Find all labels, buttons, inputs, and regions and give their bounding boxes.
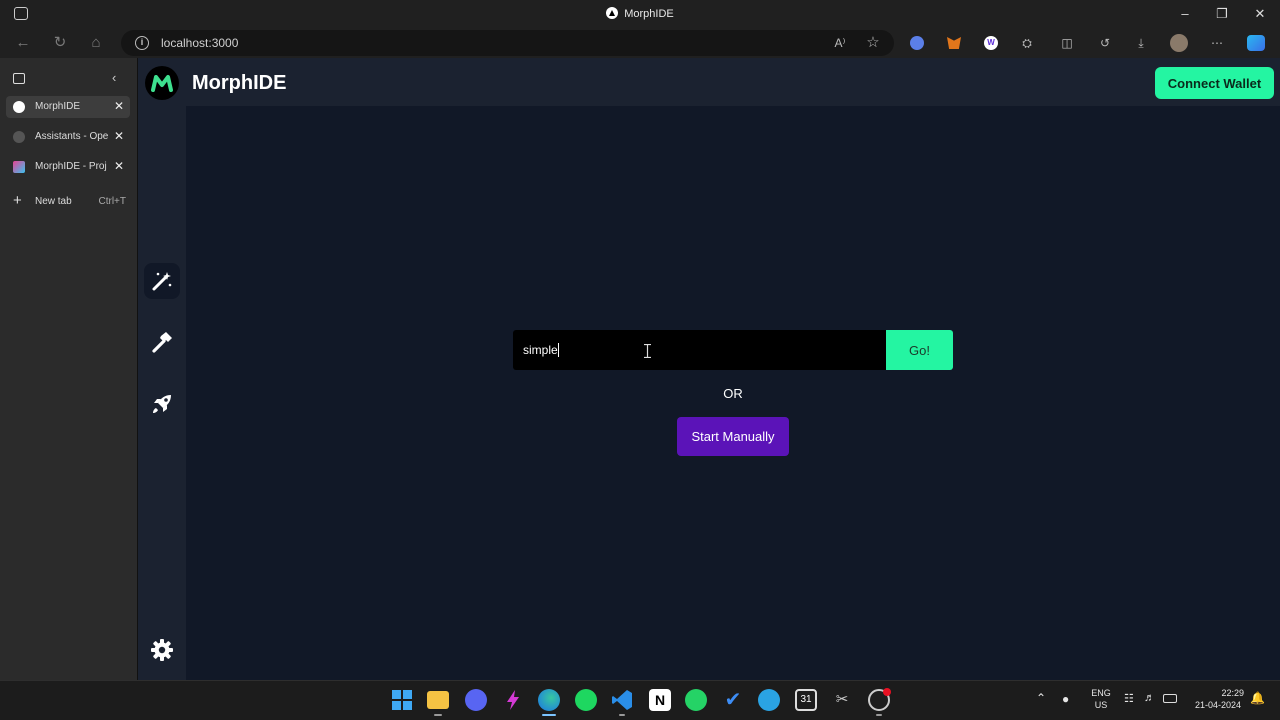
metamask-extension-icon[interactable] xyxy=(945,34,963,52)
clock[interactable]: 22:29 21-04-2024 xyxy=(1186,688,1250,710)
snipping-tool-icon[interactable]: ✂ xyxy=(831,689,853,711)
close-tab-icon[interactable]: ✕ xyxy=(114,99,124,113)
microphone-icon[interactable]: ● xyxy=(1062,692,1069,706)
gear-icon xyxy=(151,639,173,661)
more-menu-icon[interactable]: ⋯ xyxy=(1208,34,1226,52)
start-windows-icon[interactable] xyxy=(391,689,413,711)
close-tab-icon[interactable]: ✕ xyxy=(114,129,124,143)
show-hidden-icons[interactable]: ⌃ xyxy=(1036,691,1046,705)
hammer-icon xyxy=(152,332,172,353)
spotify-icon[interactable] xyxy=(575,689,597,711)
project-favicon-icon xyxy=(13,161,25,173)
or-divider-text: OR xyxy=(723,386,743,401)
rail-magic-button[interactable] xyxy=(144,263,180,299)
app-header xyxy=(138,58,1280,106)
refresh-button[interactable]: ↻ xyxy=(49,33,71,53)
favorite-star-icon[interactable]: ☆ xyxy=(864,34,882,52)
back-button[interactable]: ← xyxy=(12,33,34,53)
browser-title-bar: MorphIDE – ❐ ✕ xyxy=(0,0,1280,28)
file-explorer-icon[interactable] xyxy=(427,691,449,709)
language-code: ENG xyxy=(1091,688,1111,698)
morphide-favicon-icon xyxy=(13,101,25,113)
downloads-icon[interactable]: ⤓ xyxy=(1132,34,1150,52)
tab-label: MorphIDE - Proj xyxy=(35,161,107,172)
tasks-check-icon[interactable]: ✔ xyxy=(722,689,744,711)
tab-assistants[interactable]: Assistants - Ope ✕ xyxy=(6,126,130,148)
magic-wand-icon xyxy=(152,272,172,291)
openai-favicon-icon xyxy=(13,131,25,143)
go-button[interactable]: Go! xyxy=(886,330,953,370)
clock-time: 22:29 xyxy=(1221,688,1244,698)
vscode-icon[interactable] xyxy=(611,689,633,711)
tab-label: MorphIDE xyxy=(35,101,81,112)
copilot-icon[interactable] xyxy=(1247,34,1265,52)
minimize-button[interactable]: – xyxy=(1170,4,1200,24)
morphide-logo xyxy=(145,66,179,100)
rail-build-button[interactable] xyxy=(144,324,180,360)
extensions-icon[interactable]: ⛭ xyxy=(1018,34,1036,52)
prompt-input[interactable] xyxy=(513,330,887,370)
volume-icon[interactable]: ♬ xyxy=(1144,692,1155,704)
tab-morphide[interactable]: MorphIDE ✕ xyxy=(6,96,130,118)
profile-avatar[interactable] xyxy=(1170,34,1188,52)
plus-icon: + xyxy=(13,192,22,209)
notifications-bell-icon[interactable]: 🔔 xyxy=(1250,691,1265,705)
calendar-icon[interactable]: 31 xyxy=(795,689,817,711)
discord-icon[interactable] xyxy=(465,689,487,711)
text-caret xyxy=(558,343,559,357)
w-extension-icon[interactable]: W xyxy=(982,34,1000,52)
notification-dot xyxy=(883,688,891,696)
rocket-icon xyxy=(153,395,171,413)
home-button[interactable]: ⌂ xyxy=(85,33,107,53)
wifi-icon[interactable]: ☷ xyxy=(1124,692,1134,705)
running-indicator xyxy=(434,714,442,716)
running-indicator xyxy=(876,714,882,716)
read-aloud-icon[interactable]: A⁾ xyxy=(831,34,849,52)
tab-morphide-project[interactable]: MorphIDE - Proj ✕ xyxy=(6,156,130,178)
whatsapp-icon[interactable] xyxy=(685,689,707,711)
window-title: MorphIDE xyxy=(0,7,1280,20)
tab-actions-icon[interactable] xyxy=(13,73,25,84)
lightning-app-icon[interactable] xyxy=(502,689,524,711)
search-extension-icon[interactable] xyxy=(908,34,926,52)
close-window-button[interactable]: ✕ xyxy=(1245,4,1275,24)
connect-wallet-button[interactable]: Connect Wallet xyxy=(1155,67,1274,99)
tab-favicon-icon xyxy=(606,7,619,19)
active-indicator xyxy=(542,714,556,716)
edge-browser-icon[interactable] xyxy=(538,689,560,711)
battery-icon[interactable] xyxy=(1163,694,1177,703)
vertical-tabs-pane: ‹ MorphIDE ✕ Assistants - Ope ✕ MorphIDE… xyxy=(0,58,137,680)
telegram-icon[interactable] xyxy=(758,689,780,711)
split-screen-icon[interactable]: ◫ xyxy=(1058,34,1076,52)
app-brand-name: MorphIDE xyxy=(192,72,287,94)
collapse-pane-icon[interactable]: ‹ xyxy=(112,70,116,85)
ibeam-cursor-icon xyxy=(644,344,651,358)
address-bar[interactable]: i localhost:3000 A⁾ ☆ xyxy=(121,30,894,56)
site-info-icon[interactable]: i xyxy=(135,36,149,50)
url-text[interactable]: localhost:3000 xyxy=(161,36,238,50)
notion-icon[interactable]: N xyxy=(649,689,671,711)
restore-button[interactable]: ❐ xyxy=(1207,4,1237,24)
rail-settings-button[interactable] xyxy=(144,632,180,668)
new-tab-shortcut: Ctrl+T xyxy=(98,196,127,207)
clock-date: 21-04-2024 xyxy=(1194,700,1242,710)
rail-deploy-button[interactable] xyxy=(144,386,180,422)
region-code: US xyxy=(1094,700,1108,710)
history-icon[interactable]: ↺ xyxy=(1096,34,1114,52)
language-indicator[interactable]: ENG US xyxy=(1086,688,1116,710)
tab-label: Assistants - Ope xyxy=(35,131,109,142)
close-tab-icon[interactable]: ✕ xyxy=(114,159,124,173)
browser-toolbar: ← ↻ ⌂ i localhost:3000 A⁾ ☆ W ⛭ ◫ ↺ ⤓ ⋯ xyxy=(0,28,1280,58)
running-indicator xyxy=(619,714,625,716)
new-tab-button[interactable]: + New tab Ctrl+T xyxy=(6,191,130,213)
start-manually-button[interactable]: Start Manually xyxy=(677,417,789,456)
